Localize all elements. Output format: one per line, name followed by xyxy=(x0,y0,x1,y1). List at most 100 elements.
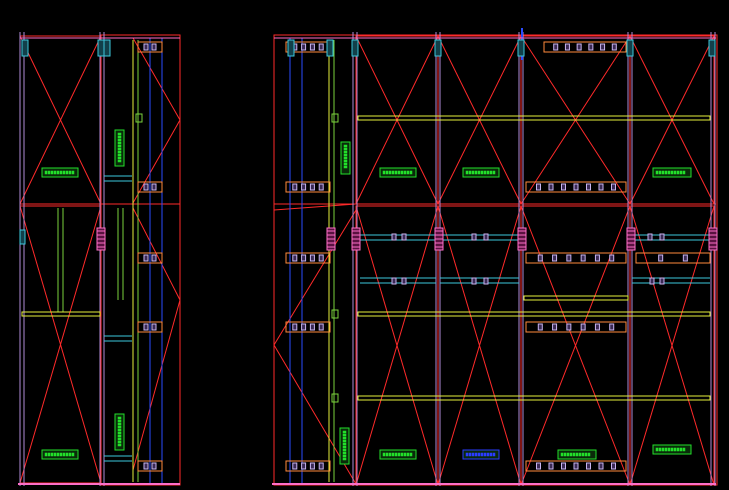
panel-tag-right-top-1-glyph xyxy=(388,170,392,175)
panel-tag-left-vert-top-glyph xyxy=(117,135,122,139)
panel-tag-right-top-2-glyph xyxy=(468,170,472,175)
panel-tag-right-top-2-glyph xyxy=(486,170,490,175)
bolts-row-mid-1 xyxy=(401,277,407,285)
panel-tag-right-bot-2-glyph xyxy=(486,452,490,457)
panel-tag-left-vert-bot-glyph xyxy=(117,431,122,435)
panel-tag-right-bot-2-glyph xyxy=(471,452,475,457)
panel-tag-right-bot-3-glyph xyxy=(569,452,573,457)
panel-tag-right-top-4-glyph xyxy=(658,170,662,175)
right-bracket-d-bolt-3 xyxy=(309,462,315,470)
panel-tag-left-bottom-glyph xyxy=(56,452,60,457)
bolts-row-mid-0 xyxy=(391,277,397,285)
right-bracket-col3-c-bolt-2 xyxy=(552,323,558,331)
right-bracket-col3-top-bolt-6 xyxy=(611,43,617,51)
right-beam-lower xyxy=(357,395,711,401)
panel-tag-left-vert-bot-glyph xyxy=(117,443,122,447)
right-bracket-col3-b-bolt-5 xyxy=(594,254,600,262)
right-bracket-col3-c-bolt-6 xyxy=(609,323,615,331)
panel-tag-right-top-4-glyph xyxy=(661,170,665,175)
panel-tag-right-top-2-glyph xyxy=(483,170,487,175)
panel-tag-right-vert-bot-glyph xyxy=(342,445,347,449)
panel-tag-right-bot-1-glyph xyxy=(400,452,404,457)
right-left-brace-a xyxy=(273,203,357,211)
panel-tag-right-top-1-glyph xyxy=(397,170,401,175)
bolts-row-top-2 xyxy=(471,233,477,241)
right-bracket-col3-d-bolt-4 xyxy=(573,462,579,470)
right-bracket-col3-top-bolt-1 xyxy=(553,43,559,51)
panel-tag-right-top-2-glyph xyxy=(489,170,493,175)
panel-tag-right-bot-2-glyph xyxy=(477,452,481,457)
panel-tag-right-bot-2-glyph xyxy=(489,452,493,457)
right-bracket-b-bolt-2 xyxy=(301,254,307,262)
panel-tag-right-vert-top-glyph xyxy=(343,150,348,154)
panel-tag-right-vert-top-glyph xyxy=(343,147,348,151)
panel-tag-left-bottom-glyph xyxy=(62,452,66,457)
panel-tag-right-bot-4-glyph xyxy=(664,447,668,452)
panel-tag-right-bot-1-glyph xyxy=(394,452,398,457)
panel-tag-right-bot-2-glyph xyxy=(492,452,496,457)
panel-tag-right-bot-4-glyph xyxy=(682,447,686,452)
right-bracket-col3-top-bolt-3 xyxy=(576,43,582,51)
panel-tag-left-bottom-glyph xyxy=(47,452,51,457)
left-beam-mid xyxy=(21,311,101,317)
left-bracket-b-bolt-2 xyxy=(151,254,157,262)
panel-tag-left-vert-bot-glyph xyxy=(117,425,122,429)
right-bracket-col3-b-bolt-3 xyxy=(566,254,572,262)
panel-tag-left-vert-bot-glyph xyxy=(117,440,122,444)
panel-tag-right-top-4-glyph xyxy=(679,170,683,175)
panel-tag-right-vert-top-glyph xyxy=(343,153,348,157)
right-bracket-c-bolt-2 xyxy=(301,323,307,331)
right-bracket-a-bolt-4 xyxy=(318,183,324,191)
panel-tag-right-vert-bot-glyph xyxy=(342,457,347,461)
right-bracket-col3-c-bolt-5 xyxy=(594,323,600,331)
panel-tag-right-top-4-glyph xyxy=(664,170,668,175)
right-bracket-d-bolt-4 xyxy=(318,462,324,470)
right-bracket-b-bolt-3 xyxy=(309,254,315,262)
left-bracket-d-bolt-1 xyxy=(143,462,149,470)
left-bracket-c-bolt-1 xyxy=(143,323,149,331)
panel-tag-right-bot-4-glyph xyxy=(655,447,659,452)
panel-tag-left-top-glyph xyxy=(59,170,63,175)
junction-2 xyxy=(331,393,339,403)
panel-tag-left-vert-top-glyph xyxy=(117,156,122,160)
junction-1 xyxy=(331,309,339,319)
right-bracket-col3-d-bolt-6 xyxy=(598,462,604,470)
panel-tag-left-bottom-glyph xyxy=(50,452,54,457)
top-cap-1 xyxy=(97,39,105,57)
right-bracket-c-bolt-3 xyxy=(309,323,315,331)
panel-tag-right-top-2-glyph xyxy=(471,170,475,175)
top-cap-0 xyxy=(21,39,29,57)
left-bracket-b-bolt-1 xyxy=(143,254,149,262)
right-bracket-d-bolt-2 xyxy=(301,462,307,470)
panel-tag-right-top-4-glyph xyxy=(682,170,686,175)
right-bracket-col3-c-bolt-3 xyxy=(566,323,572,331)
right-bracket-col3-a-bolt-6 xyxy=(598,183,604,191)
panel-tag-right-bot-4-glyph xyxy=(673,447,677,452)
panel-tag-left-vert-bot-glyph xyxy=(117,419,122,423)
panel-tag-right-bot-2-glyph xyxy=(468,452,472,457)
panel-tag-right-top-1-glyph xyxy=(394,170,398,175)
panel-tag-right-bot-4-glyph xyxy=(661,447,665,452)
right-bracket-top-bolt-4 xyxy=(318,43,324,51)
panel-tag-right-bot-3-glyph xyxy=(566,452,570,457)
right-beam-col3 xyxy=(523,295,629,301)
panel-tag-left-bottom-glyph xyxy=(44,452,48,457)
right-bracket-col3-b-bolt-1 xyxy=(537,254,543,262)
panel-tag-right-top-4-glyph xyxy=(676,170,680,175)
bolts-row-top-3 xyxy=(483,233,489,241)
right-bracket-col4-b-bolt-2 xyxy=(682,254,688,262)
panel-tag-right-top-1-glyph xyxy=(391,170,395,175)
hardware-layer xyxy=(19,39,718,472)
panel-tag-left-vert-top-glyph xyxy=(117,159,122,163)
panel-tag-left-top-glyph xyxy=(68,170,72,175)
tag-layer xyxy=(41,129,692,465)
left-bracket-a-bolt-1 xyxy=(143,183,149,191)
right-bracket-col3-top-bolt-2 xyxy=(564,43,570,51)
panel-tag-left-vert-bot-glyph xyxy=(117,416,122,420)
panel-tag-left-vert-top-glyph xyxy=(117,144,122,148)
bolts-row-mid-2 xyxy=(471,277,477,285)
right-bracket-top-bolt-2 xyxy=(301,43,307,51)
right-bracket-col3-a-bolt-1 xyxy=(536,183,541,191)
junction-0 xyxy=(331,113,339,123)
right-bracket-col3-c-bolt-4 xyxy=(580,323,586,331)
